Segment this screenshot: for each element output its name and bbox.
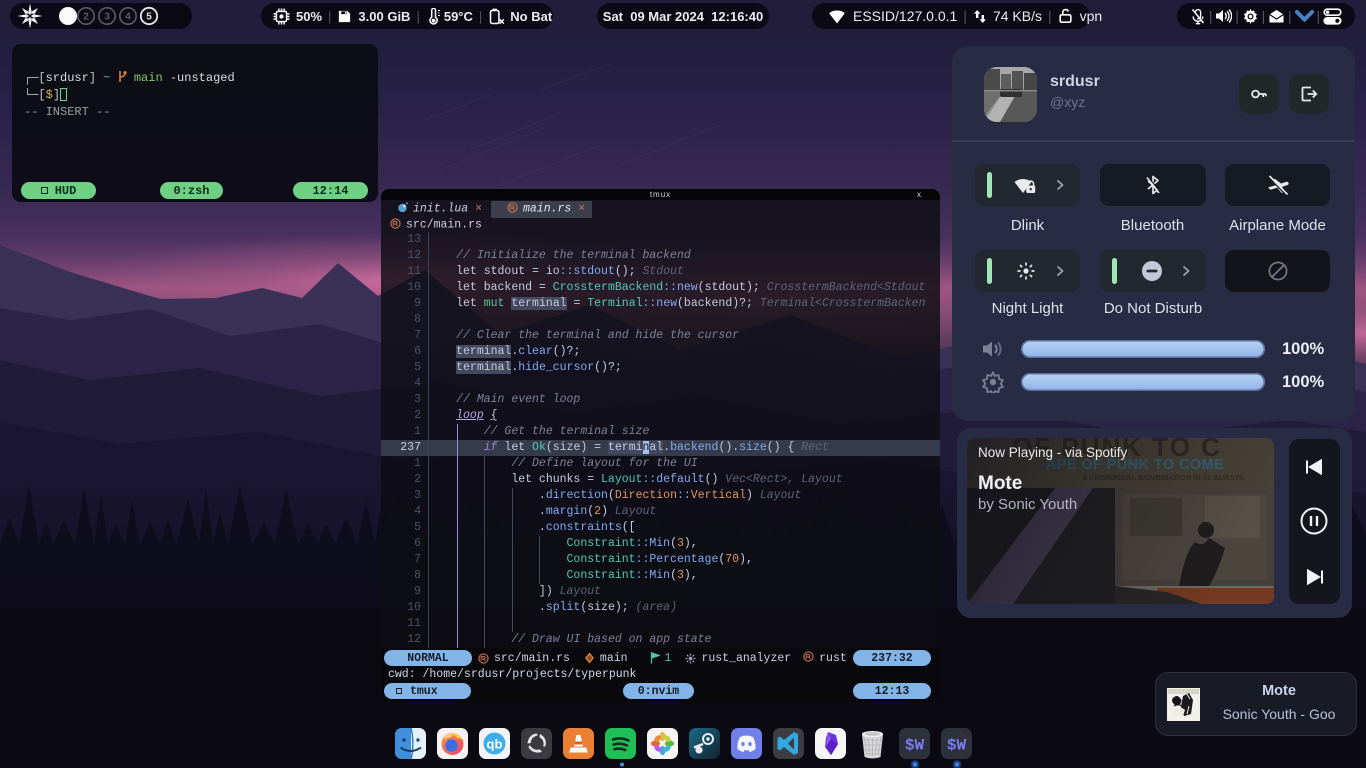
svg-text:$W: $W [904,737,924,755]
svg-text:2: 2 [83,12,89,23]
svg-text:4: 4 [125,12,131,23]
svg-text:qb: qb [486,737,502,752]
svg-text:$W: $W [946,737,966,755]
svg-text:5: 5 [146,12,152,23]
svg-text:3: 3 [104,12,110,23]
